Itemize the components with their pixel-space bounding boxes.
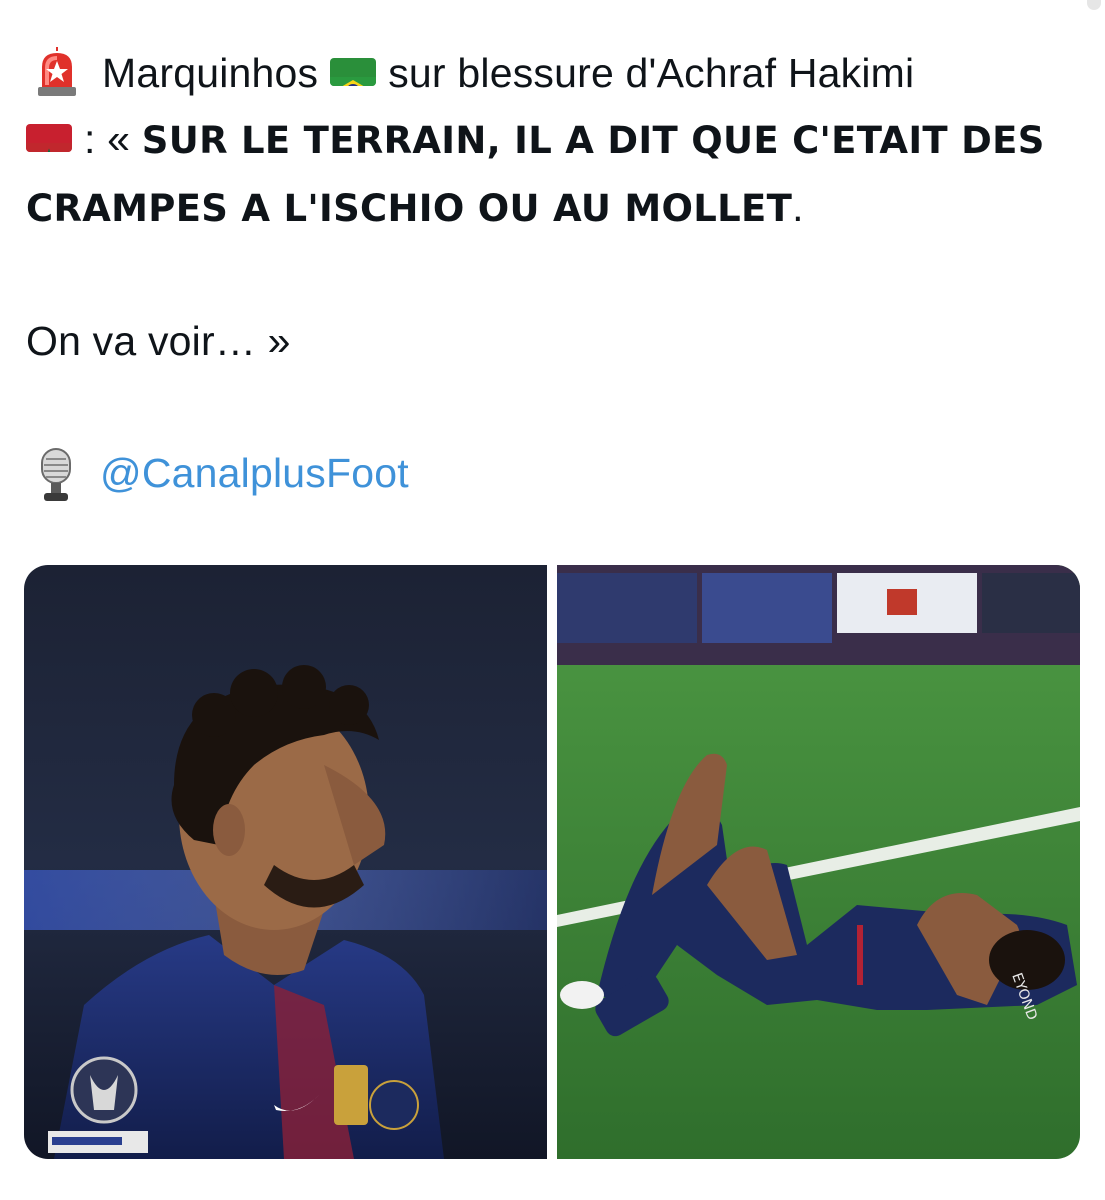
scroll-indicator bbox=[1087, 0, 1101, 10]
morocco-flag-icon bbox=[26, 124, 72, 153]
police-siren-icon bbox=[34, 47, 80, 97]
tweet-text: Marquinhos sur blessure d'Achraf Hakimi … bbox=[26, 40, 1066, 506]
canalplusfoot-mention-link[interactable]: @CanalplusFoot bbox=[100, 450, 409, 496]
tweet-line-1: Marquinhos sur blessure d'Achraf Hakimi bbox=[26, 40, 1066, 106]
tweet-line-2: : « SUR LE TERRAIN, IL A DIT QUE C'ETAIT… bbox=[26, 106, 1066, 174]
quote-period: . bbox=[792, 184, 804, 230]
quote-prefix: : « bbox=[84, 116, 142, 162]
tweet-source-line: @CanalplusFoot bbox=[26, 440, 1066, 506]
tweet-line-1-text: sur blessure d'Achraf Hakimi bbox=[388, 50, 915, 96]
brazil-flag-icon bbox=[330, 58, 377, 87]
studio-microphone-icon bbox=[36, 447, 76, 505]
hakimi-injured-on-pitch-photo[interactable]: EYOND bbox=[557, 565, 1080, 1159]
player-name: Marquinhos bbox=[102, 50, 319, 96]
quote-bold-part-1: SUR LE TERRAIN, IL A DIT QUE C'ETAIT DES bbox=[141, 119, 1045, 162]
tweet-line-4: On va voir… » bbox=[26, 318, 291, 364]
tweet-line-3: CRAMPES A L'ISCHIO OU AU MOLLET. bbox=[26, 174, 1066, 242]
quote-bold-part-2: CRAMPES A L'ISCHIO OU AU MOLLET bbox=[26, 187, 793, 230]
marquinhos-portrait-photo[interactable] bbox=[24, 565, 547, 1159]
tweet-media-grid[interactable]: EYOND bbox=[24, 565, 1080, 1159]
